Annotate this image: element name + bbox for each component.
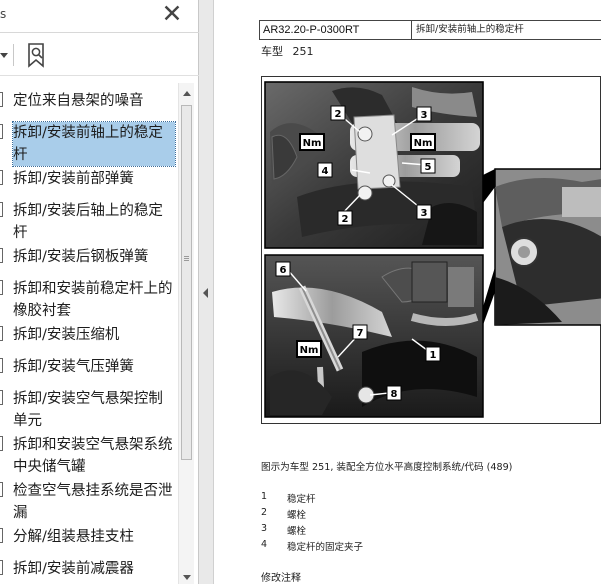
bookmark-label: 拆卸/安装前减震器 [13, 561, 134, 577]
bookmark-page-icon [0, 202, 3, 217]
torque-label: Nm [303, 138, 322, 149]
toolbar-divider [13, 44, 14, 66]
legend-number: 2 [261, 507, 268, 518]
bookmark-page-icon [0, 280, 3, 295]
bookmark-label: 分解/组装悬挂支柱 [13, 529, 134, 545]
bookmark-page-icon [0, 358, 3, 373]
callout-3: 3 [416, 204, 432, 220]
svg-text:8: 8 [391, 389, 398, 400]
collapse-panel-arrow-icon[interactable] [203, 288, 208, 298]
bookmark-page-icon [0, 560, 3, 575]
document-title: 拆卸/安装前轴上的稳定杆 [416, 24, 524, 35]
bookmark-list: 定位来自悬架的噪音 拆卸/安装前轴上的稳定杆 拆卸/安装前部弹簧 拆卸/安装后轴… [0, 80, 178, 584]
legend-text: 螺栓 [287, 510, 307, 521]
svg-text:3: 3 [421, 110, 428, 121]
find-bookmark-icon[interactable] [25, 42, 49, 68]
callout-1: 1 [425, 346, 441, 362]
bookmarks-scrollbar[interactable] [178, 83, 194, 584]
bookmark-label: 拆卸和安装空气悬架系统中央储气罐 [13, 437, 173, 475]
svg-text:2: 2 [335, 109, 342, 120]
model-label: 车型 [261, 45, 283, 58]
legend-number: 1 [261, 491, 268, 502]
panel-splitter[interactable] [199, 0, 214, 584]
photo-vehicle-overview [494, 168, 601, 326]
model-line: 车型 251 [261, 43, 320, 59]
svg-text:6: 6 [280, 265, 287, 276]
bookmarks-panel: s ✕ 定位来自悬架的噪音 拆卸/安装前轴上的稳定杆 拆卸/安装前部弹簧 拆卸/… [0, 0, 199, 584]
bookmark-page-icon [0, 124, 3, 139]
torque-badge: Nm [410, 133, 436, 151]
figure-caption: 图示为车型 251, 装配全方位水平高度控制系统/代码 (489) [261, 462, 513, 473]
bookmark-label: 拆卸/安装前轴上的稳定杆 [12, 121, 176, 167]
model-value: 251 [292, 45, 314, 58]
svg-text:4: 4 [322, 166, 329, 177]
close-panel-button[interactable]: ✕ [158, 1, 186, 28]
detail-pointer [483, 169, 495, 203]
bookmark-label: 定位来自悬架的噪音 [13, 93, 144, 109]
bookmark-label: 拆卸/安装前部弹簧 [13, 171, 134, 187]
bookmark-page-icon [0, 482, 3, 497]
bookmark-label: 拆卸和安装前稳定杆上的橡胶衬套 [13, 281, 173, 319]
bookmarks-panel-header: s ✕ [0, 0, 199, 33]
legend-text: 螺栓 [287, 526, 307, 537]
svg-text:3: 3 [421, 208, 428, 219]
bookmark-page-icon [0, 248, 3, 263]
bookmark-label: 拆卸/安装气压弹簧 [13, 359, 134, 375]
bookmark-page-icon [0, 436, 3, 451]
bookmark-page-icon [0, 92, 3, 107]
bookmark-page-icon [0, 170, 3, 185]
legend-text: 稳定杆的固定夹子 [287, 542, 364, 553]
legend-number: 3 [261, 523, 268, 534]
callout-4: 4 [317, 162, 333, 178]
bookmark-page-icon [0, 390, 3, 405]
svg-text:2: 2 [342, 214, 349, 225]
svg-text:5: 5 [425, 162, 432, 173]
options-dropdown-icon[interactable] [0, 53, 8, 58]
torque-label: Nm [300, 345, 319, 356]
svg-text:7: 7 [357, 328, 364, 339]
torque-badge: Nm [299, 133, 325, 151]
photo-stabilizer-mount [264, 81, 484, 249]
bookmarks-toolbar [0, 34, 199, 76]
bookmark-page-icon [0, 326, 3, 341]
callout-2: 2 [337, 210, 353, 226]
scrollbar-thumb[interactable] [181, 105, 192, 460]
callout-3: 3 [416, 106, 432, 122]
assembly-figure: Nm Nm Nm 2 3 4 5 2 3 6 7 1 8 [261, 76, 601, 424]
callout-8: 8 [386, 385, 402, 401]
legend-number: 4 [261, 539, 268, 550]
assembly-photos: Nm Nm Nm 2 3 4 5 2 3 6 7 1 8 [264, 81, 601, 418]
torque-label: Nm [414, 138, 433, 149]
callout-5: 5 [420, 158, 436, 174]
bookmark-page-icon [0, 528, 3, 543]
svg-text:1: 1 [430, 350, 437, 361]
scrollbar-grip-icon [184, 256, 189, 262]
bookmark-label: 拆卸/安装压缩机 [13, 327, 120, 343]
notes-heading: 修改注释 [261, 573, 301, 584]
callout-6: 6 [275, 261, 291, 277]
bookmark-label: 检查空气悬挂系统是否泄漏 [13, 483, 173, 521]
bookmark-label: 拆卸/安装空气悬架控制单元 [13, 391, 163, 429]
panel-title: s [0, 7, 7, 21]
legend-text: 稳定杆 [287, 494, 316, 505]
bookmark-label: 拆卸/安装后钢板弹簧 [13, 249, 149, 265]
document-page: AR32.20-P-0300RT 拆卸/安装前轴上的稳定杆 车型 251 Nm … [215, 0, 601, 584]
detail-pointer [483, 267, 495, 325]
document-code: AR32.20-P-0300RT [260, 21, 412, 39]
scroll-down-arrow-icon[interactable] [183, 575, 191, 580]
callout-2: 2 [330, 105, 346, 121]
document-header-table: AR32.20-P-0300RT 拆卸/安装前轴上的稳定杆 [259, 20, 601, 40]
photo-stabilizer-link [264, 254, 484, 418]
scroll-up-arrow-icon[interactable] [183, 91, 191, 96]
torque-badge: Nm [296, 340, 322, 358]
bookmark-label: 拆卸/安装后轴上的稳定杆 [13, 203, 163, 241]
callout-7: 7 [352, 324, 368, 340]
